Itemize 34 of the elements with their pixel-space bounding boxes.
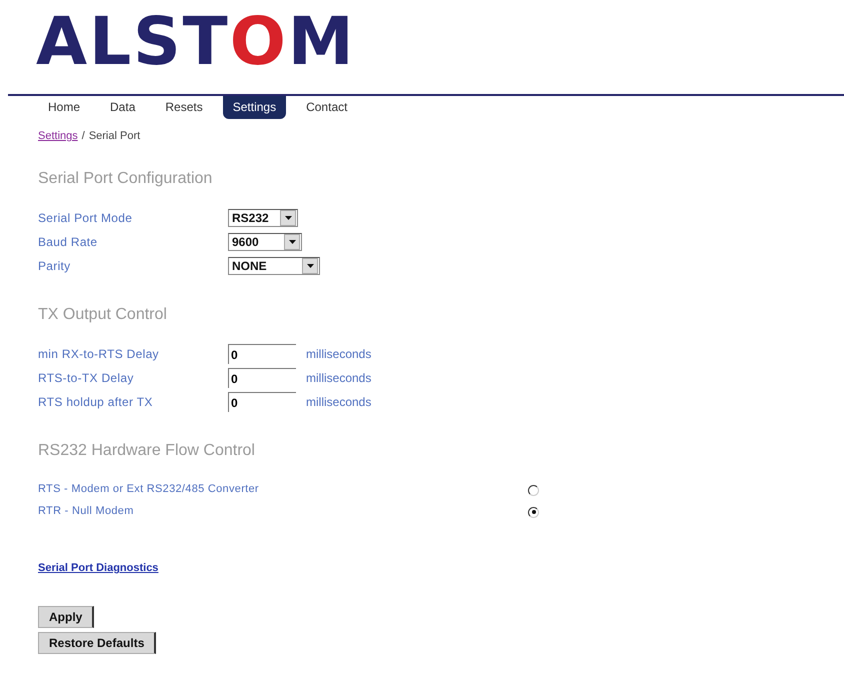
field-label: Serial Port Mode [38, 211, 134, 225]
field-label: RTS holdup after TX [38, 395, 154, 409]
logo: ALSTOM [36, 4, 356, 82]
input-field[interactable]: 0 [228, 392, 296, 412]
unit-label: milliseconds [306, 347, 372, 361]
unit-label: milliseconds [306, 395, 372, 409]
breadcrumb-link[interactable]: Settings [38, 130, 78, 142]
nav-tab[interactable]: Resets [155, 96, 213, 119]
apply-button[interactable]: Apply [38, 606, 94, 628]
diagnostics-link[interactable]: Serial Port Diagnostics [38, 562, 158, 574]
select-field[interactable]: NONE [228, 257, 320, 275]
unit-label: milliseconds [306, 371, 372, 385]
option-label: RTS - Modem or Ext RS232/485 Converter [38, 482, 260, 497]
radio-button[interactable] [528, 484, 539, 496]
field-label: Baud Rate [38, 235, 98, 249]
input-field[interactable]: 0 [228, 344, 296, 364]
nav-tab[interactable]: Home [38, 96, 90, 119]
field-label: Parity [38, 259, 72, 273]
breadcrumb-current: Serial Port [88, 130, 140, 142]
select-field[interactable]: RS232 [228, 209, 298, 227]
nav-tab[interactable]: Contact [296, 96, 358, 119]
radio-button[interactable] [528, 506, 539, 518]
section-heading: TX Output Control [38, 306, 168, 324]
nav-tab[interactable]: Data [100, 96, 146, 119]
field-label: min RX-to-RTS Delay [38, 347, 160, 361]
input-field[interactable]: 0 [228, 368, 296, 388]
restore-defaults-button[interactable]: Restore Defaults [38, 632, 156, 654]
breadcrumb-separator: / [82, 130, 85, 142]
field-label: RTS-to-TX Delay [38, 371, 135, 385]
section-heading: RS232 Hardware Flow Control [38, 442, 256, 460]
nav-tab[interactable]: Settings [222, 96, 286, 119]
option-label: RTR - Null Modem [38, 504, 135, 519]
select-field[interactable]: 9600 [228, 233, 302, 251]
section-heading: Serial Port Configuration [38, 170, 214, 188]
